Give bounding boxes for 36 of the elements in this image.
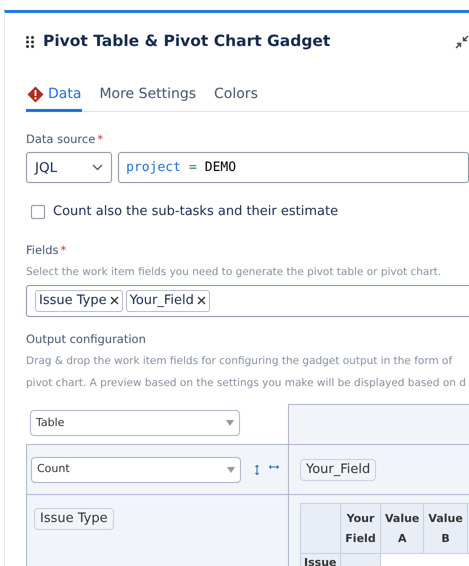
required-asterisk: * [97,131,104,148]
field-chip[interactable]: Issue Type [34,508,114,530]
dropdown-arrow-icon [226,420,234,426]
field-tag[interactable]: Your_Field [126,290,210,312]
description-text: pivot chart. A preview based on the settings you make will be displayed based on d [26,376,467,391]
dropdown[interactable]: Table [30,410,240,436]
dropdown[interactable]: Count [31,456,241,482]
field-label: Data source [26,131,96,148]
tab[interactable]: More Settings [98,80,198,112]
minimize-icon[interactable] [455,34,469,48]
drag-handle-icon[interactable] [26,36,34,48]
column-header: Your Field [340,504,380,554]
field-tag[interactable]: Issue Type [35,290,123,312]
column-header: Value B [424,504,468,554]
field-label: Fields [26,242,59,259]
required-asterisk: * [60,242,66,259]
source-type-select[interactable]: JQL [26,152,112,184]
fields-input[interactable]: Issue Type Your_Field [26,284,469,317]
gadget-title: Pivot Table & Pivot Chart Gadget [43,30,332,52]
error-icon [27,86,44,103]
checkbox-label: Count also the sub-tasks and their estimate [53,203,338,222]
description-text: Drag & drop the work item fields for configuring the gadget output in the form of [26,354,454,369]
field-chip[interactable]: Your_Field [300,458,376,480]
query-input[interactable]: project = DEMO [118,152,469,184]
remove-icon[interactable] [196,296,206,306]
tab[interactable]: Data [26,80,82,112]
column-header: Value A [380,504,424,554]
vertical-arrows-icon[interactable] [255,464,259,474]
tab[interactable]: Colors [213,80,259,112]
table-cell [300,504,340,554]
hint-text: Select the work item fields you need to generate the pivot table or pivot chart. [26,265,442,280]
dropdown-arrow-icon [227,466,235,472]
remove-icon[interactable] [110,296,119,306]
checkbox[interactable] [31,205,45,219]
section-label: Output configuration [26,330,147,348]
chevron-down-icon [92,164,104,172]
